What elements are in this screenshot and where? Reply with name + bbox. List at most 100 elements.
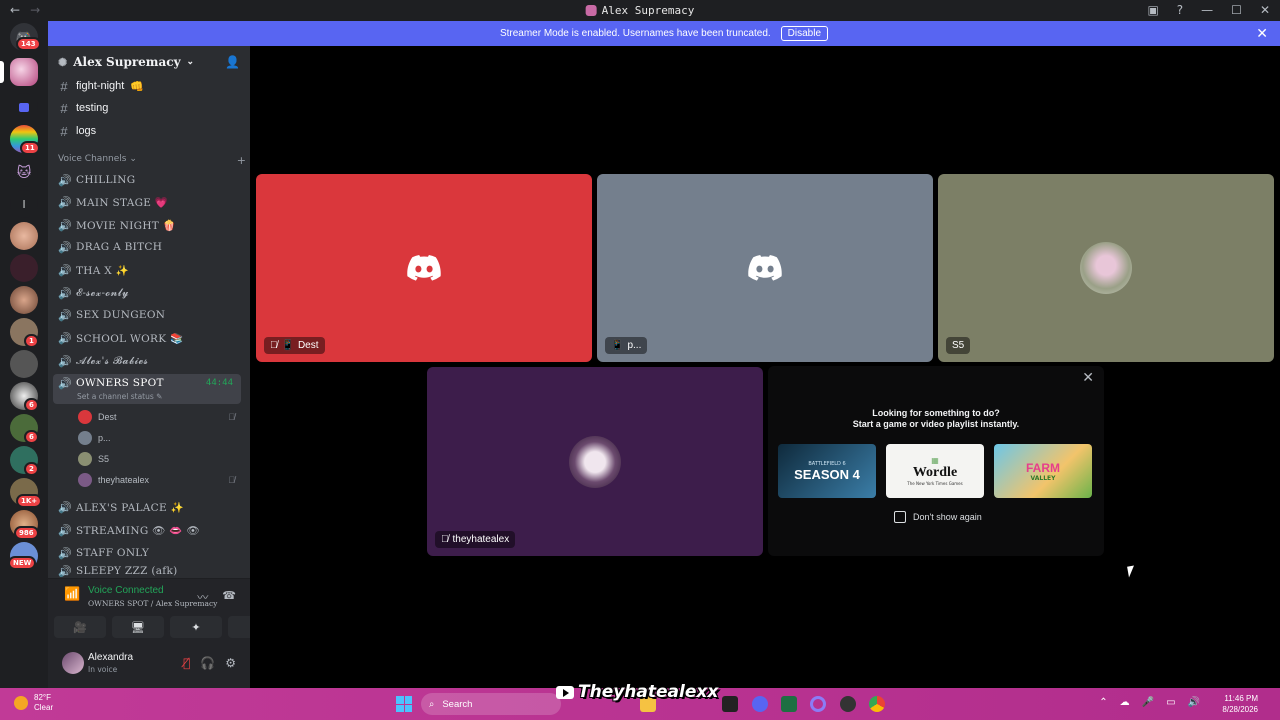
server-baby[interactable]	[10, 222, 38, 250]
voice-member[interactable]: theyhatealex 🎙̸	[78, 471, 243, 489]
dont-show-again-checkbox[interactable]: Don't show again	[894, 511, 982, 523]
back-arrow-icon[interactable]: ←	[10, 3, 20, 17]
user-avatar[interactable]	[62, 652, 84, 674]
server-l[interactable]: l	[10, 190, 38, 218]
voice-channel[interactable]: 🔊 MAIN STAGE 💗	[58, 192, 246, 212]
maximize-button[interactable]: ☐	[1231, 3, 1242, 17]
game-card-farm[interactable]: FARM VALLEY	[994, 444, 1092, 498]
epic-games-icon[interactable]	[722, 696, 738, 712]
checkbox-box[interactable]	[894, 511, 906, 523]
video-tile-s5[interactable]: S5	[938, 174, 1274, 362]
settings-gear-icon[interactable]: ⚙	[225, 656, 236, 670]
window-controls: ▣ ? — ☐ ✕	[1147, 3, 1270, 17]
server-badge-s15: 1K+	[16, 494, 43, 508]
mic-icon[interactable]: 🎤	[1142, 697, 1154, 708]
channel-status[interactable]: Set a channel status ✎	[77, 392, 162, 401]
tile-label: 🎙̸ 📱 Dest	[264, 337, 325, 354]
voice-member[interactable]: S5	[78, 450, 243, 468]
mute-mic-icon[interactable]: 🎙̸	[183, 656, 190, 670]
home-badge: 143	[16, 37, 41, 51]
deafened-icon: 🎙̸	[228, 412, 235, 422]
speaker-icon: 🔊	[58, 263, 72, 277]
hash-icon: #	[60, 123, 68, 139]
game-card-battlefield[interactable]: BATTLEFIELD 6 SEASON 4	[778, 444, 876, 498]
voice-channel[interactable]: 🔊 SEX DUNGEON	[58, 305, 246, 325]
speaker-icon: 🔊	[58, 523, 72, 537]
voice-channel[interactable]: 🔊 MOVIE NIGHT 🍿	[58, 215, 246, 235]
chrome-icon[interactable]	[869, 696, 885, 712]
video-tile-theyhatealex[interactable]: 🎙̸ theyhatealex	[427, 367, 763, 556]
close-button[interactable]: ✕	[1260, 3, 1270, 17]
video-tile-p[interactable]: 📱 p...	[597, 174, 933, 362]
start-button[interactable]	[396, 696, 412, 712]
server-badge-s3: 11	[20, 141, 40, 155]
video-tile-dest[interactable]: 🎙̸ 📱 Dest	[256, 174, 592, 362]
channel-testing[interactable]: # testing	[58, 98, 246, 118]
display-icon[interactable]: ▭	[1166, 697, 1175, 708]
excel-icon[interactable]	[781, 696, 797, 712]
channel-fight-night[interactable]: # fight-night 👊	[58, 76, 246, 96]
voice-member[interactable]: p...	[78, 429, 243, 447]
headphones-icon[interactable]: 🎧	[200, 656, 215, 670]
taskbar-clock[interactable]: 11:46 PM 8/28/2026	[1222, 693, 1258, 715]
invite-icon[interactable]: 👤	[225, 55, 240, 69]
voice-channel[interactable]: 🔊 SLEEPY ZZZ (afk)	[58, 565, 246, 577]
camera-button[interactable]: 🎥	[54, 616, 106, 638]
server-folder[interactable]	[10, 93, 38, 121]
taskbar-search[interactable]: ⌕ Search	[421, 693, 561, 715]
guild-header[interactable]: ✺ Alex Supremacy ⌄ 👤	[48, 46, 250, 78]
inbox-icon[interactable]: ▣	[1147, 3, 1158, 17]
discord-taskbar-icon[interactable]	[752, 696, 768, 712]
voice-channel[interactable]: 🔊 𝓐𝓵𝓮𝔁'𝓼 𝓑𝓪𝓫𝓲𝓮𝓼	[58, 351, 246, 371]
voice-buttons: 🎥 🖥 ✦ ♪	[54, 616, 280, 638]
nav-arrows: ← →	[10, 3, 40, 17]
game-card-wordle[interactable]: ▦ Wordle The New York Times Games	[886, 444, 984, 498]
speaker-icon: 🔊	[58, 331, 72, 345]
voice-channel[interactable]: 🔊 𝓔-𝓼𝓮𝔁-𝓸𝓷𝓵𝔂	[58, 283, 246, 303]
signal-icon[interactable]: 📶	[64, 587, 80, 602]
add-channel-icon[interactable]: +	[237, 154, 246, 167]
voice-connected-panel: 📶 Voice Connected OWNERS SPOT / Alex Sup…	[48, 578, 280, 642]
voice-member[interactable]: Dest 🎙̸	[78, 408, 243, 426]
activities-icon: ✦	[191, 620, 201, 634]
disable-button[interactable]: Disable	[780, 26, 829, 41]
voice-channel[interactable]: 🔊 STREAMING 👁 👄 👁	[58, 520, 246, 540]
minimize-button[interactable]: —	[1201, 3, 1213, 17]
folder-icon	[19, 102, 29, 112]
selected-pill	[0, 61, 4, 83]
network-icon[interactable]: ☁	[1120, 697, 1130, 708]
channel-logs[interactable]: # logs	[58, 121, 246, 141]
voice-channels-header[interactable]: Voice Channels ⌄ +	[58, 154, 246, 167]
activities-button[interactable]: ✦	[170, 616, 222, 638]
app-ring-icon[interactable]	[810, 696, 826, 712]
search-icon: ⌕	[429, 698, 435, 710]
voice-channel[interactable]: 🔊 SCHOOL WORK 📚	[58, 328, 246, 348]
voice-channel[interactable]: 🔊 DRAG A BITCH	[58, 237, 246, 257]
weather-widget[interactable]: 82°F Clear	[14, 693, 53, 713]
disconnect-icon[interactable]: ☎	[222, 589, 236, 605]
speaker-icon: 🔊	[58, 173, 72, 187]
volume-icon[interactable]: 🔊	[1188, 697, 1200, 708]
close-icon[interactable]: ✕	[1082, 370, 1094, 386]
server-bw[interactable]	[10, 350, 38, 378]
server-alex-supremacy[interactable]	[10, 58, 38, 86]
voice-channel[interactable]: 🔊 CHILLING	[58, 170, 246, 190]
voice-channel[interactable]: 🔊 THA X ✨	[58, 260, 246, 280]
screen-share-button[interactable]: 🖥	[112, 616, 164, 638]
voice-channel[interactable]: 🔊 STAFF ONLY	[58, 543, 246, 563]
user-name[interactable]: Alexandra	[88, 652, 133, 663]
channel-owners-spot[interactable]: 🔊 OWNERS SPOT 44:44 Set a channel status…	[53, 374, 241, 404]
voice-connected-label[interactable]: Voice Connected	[88, 585, 164, 596]
speaker-icon: 🔊	[58, 286, 72, 300]
obs-icon[interactable]	[840, 696, 856, 712]
forward-arrow-icon[interactable]: →	[30, 3, 40, 17]
noise-suppression-icon[interactable]: 〰	[197, 589, 208, 605]
server-face[interactable]	[10, 286, 38, 314]
server-cat[interactable]: 🐱	[10, 159, 38, 187]
voice-channel[interactable]: 🔊 ALEX'S PALACE ✨	[58, 497, 246, 517]
server-dark[interactable]	[10, 254, 38, 282]
help-icon[interactable]: ?	[1177, 3, 1183, 17]
chevron-up-icon[interactable]: ⌃	[1099, 697, 1107, 708]
close-icon[interactable]: ✕	[1256, 25, 1268, 42]
voice-actions: 〰 ☎	[197, 589, 236, 605]
